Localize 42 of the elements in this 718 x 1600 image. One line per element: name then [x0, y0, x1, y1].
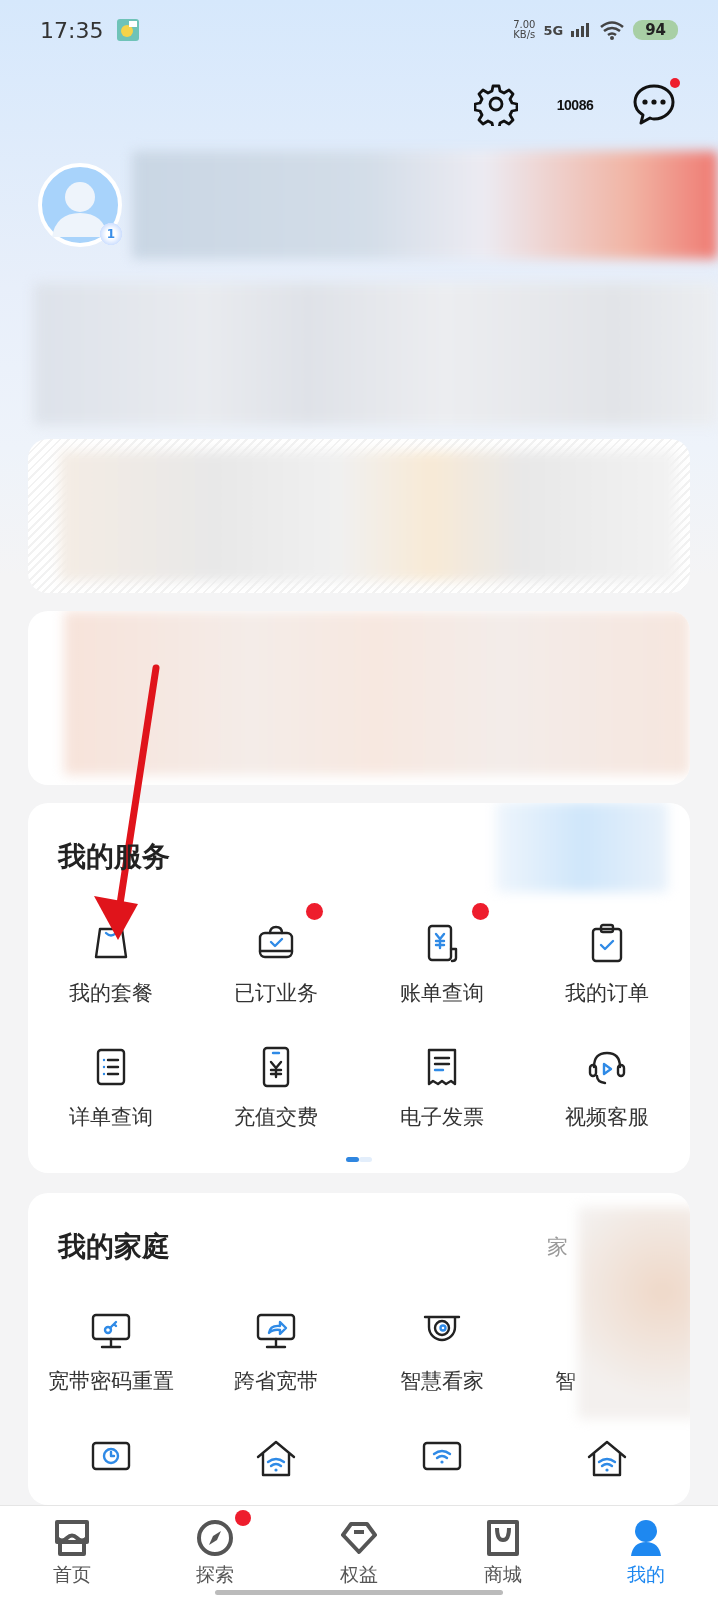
family-item[interactable]: 跨省宽带: [193, 1291, 359, 1396]
service-label: 我的套餐: [68, 979, 153, 1007]
nav-tab[interactable]: 权益: [287, 1506, 431, 1600]
wifi-icon: [599, 20, 626, 41]
family-label: 智: [554, 1368, 576, 1396]
service-label: 电子发票: [399, 1103, 484, 1131]
nav-tab[interactable]: 我的: [574, 1506, 718, 1600]
service-label: 账单查询: [399, 979, 484, 1007]
network-type: 5G: [543, 22, 564, 38]
chat-bubble-icon: [631, 82, 677, 127]
family-item[interactable]: 宽带密码重置: [28, 1291, 194, 1396]
service-item[interactable]: 电子发票: [359, 1026, 525, 1131]
family-label: 跨省宽带: [234, 1368, 319, 1396]
level-badge: 1: [100, 222, 122, 245]
service-item[interactable]: 已订业务: [193, 902, 359, 1007]
family-item[interactable]: 智慧看家: [359, 1291, 525, 1396]
nav-tab[interactable]: 首页: [0, 1506, 144, 1600]
service-label: 视频客服: [565, 1103, 650, 1131]
network-speed: 7.00: [513, 20, 536, 31]
signal-icon: [571, 23, 592, 38]
service-item[interactable]: 视频客服: [524, 1026, 690, 1131]
app-notification-icon: [117, 19, 140, 42]
service-item[interactable]: 我的订单: [524, 902, 690, 1007]
nav-tab[interactable]: 商城: [430, 1506, 575, 1600]
hotline-button[interactable]: 10086: [550, 80, 600, 131]
service-label: 充值交费: [234, 1103, 319, 1131]
service-item[interactable]: 账单查询: [359, 902, 525, 1007]
compass-icon: [195, 1518, 236, 1558]
status-time: 17:35: [40, 17, 104, 43]
service-label: 详单查询: [68, 1103, 153, 1131]
section-title: 我的家庭: [58, 1229, 170, 1266]
service-item[interactable]: 充值交费: [193, 1026, 359, 1131]
service-label: 我的订单: [565, 979, 650, 1007]
settings-icon: [474, 82, 518, 127]
network-speed-unit: KB/s: [513, 30, 536, 41]
service-label: 已订业务: [234, 979, 319, 1007]
service-item[interactable]: 详单查询: [28, 1026, 194, 1131]
family-label: 智慧看家: [399, 1368, 484, 1396]
family-item[interactable]: 智: [524, 1291, 576, 1396]
service-item[interactable]: 我的套餐: [28, 902, 194, 1007]
battery-level: 94: [633, 20, 678, 41]
family-label: 宽带密码重置: [47, 1368, 174, 1396]
